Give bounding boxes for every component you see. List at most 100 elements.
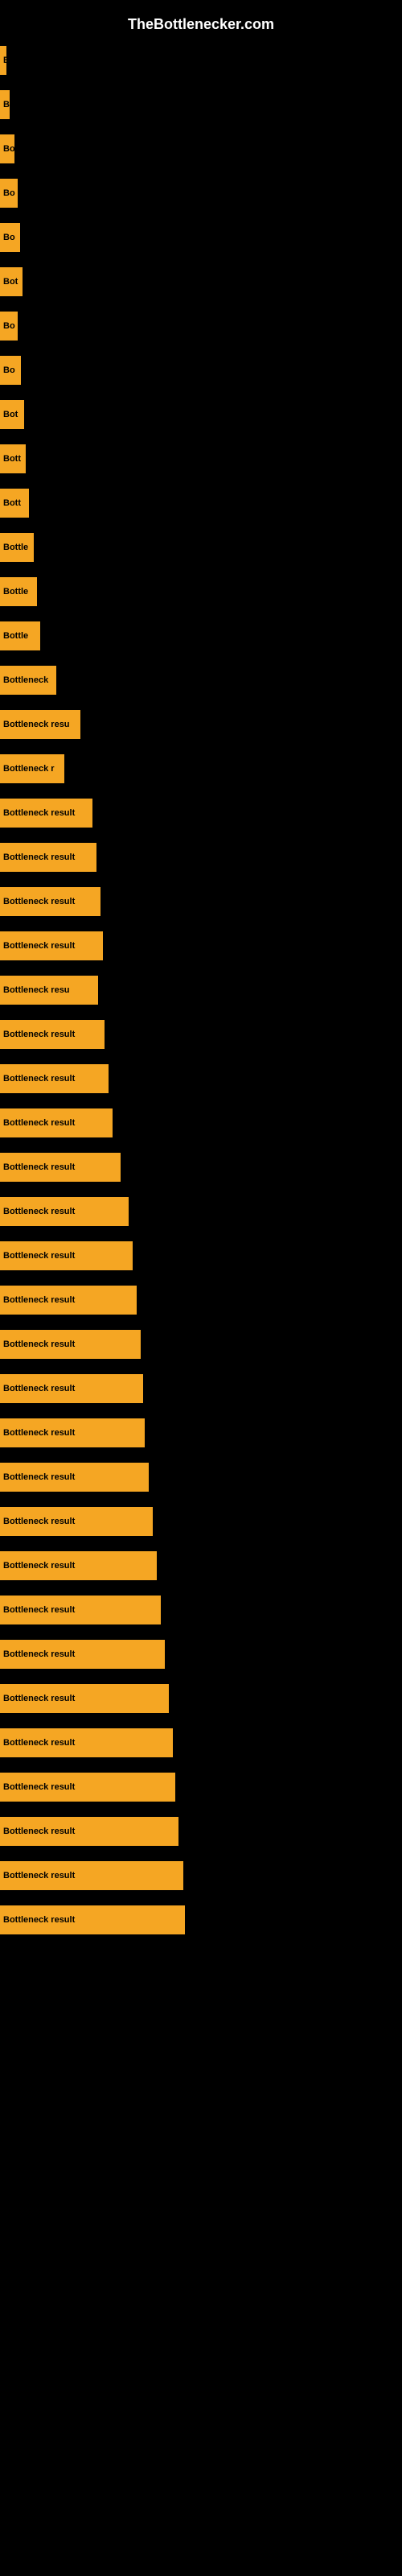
bar-row: Bottleneck result <box>0 1589 402 1631</box>
bar-label: Bottleneck result <box>3 897 75 906</box>
bar-row: Bo <box>0 128 402 170</box>
bar: Bottleneck result <box>0 843 96 872</box>
bar-row: Bottleneck result <box>0 1058 402 1100</box>
bar-label: Bottleneck result <box>3 1694 75 1703</box>
bar: Bottle <box>0 577 37 606</box>
bar: Bottleneck result <box>0 1064 109 1093</box>
bar: Bottleneck result <box>0 1463 149 1492</box>
bar-label: Bottleneck resu <box>3 985 70 995</box>
bar-row: Bottle <box>0 526 402 568</box>
bar-label: Bott <box>3 454 21 464</box>
bar-row: Bottleneck r <box>0 748 402 790</box>
bar-label: Bottleneck r <box>3 764 55 774</box>
bar-label: Bottleneck result <box>3 1915 75 1925</box>
bar-label: Bottleneck result <box>3 1871 75 1880</box>
bar-row: Bo <box>0 305 402 347</box>
bar-row: B <box>0 39 402 81</box>
bar-row: Bottleneck result <box>0 1722 402 1764</box>
bar-row: Bo <box>0 172 402 214</box>
bar: Bottleneck result <box>0 1551 157 1580</box>
bar-row: Bottleneck resu <box>0 969 402 1011</box>
bar-row: B <box>0 84 402 126</box>
bar-row: Bottleneck result <box>0 925 402 967</box>
bar-label: Bo <box>3 365 15 375</box>
bar: Bottleneck <box>0 666 56 695</box>
bar: Bot <box>0 400 24 429</box>
bar-row: Bottleneck result <box>0 1633 402 1675</box>
bar-row: Bottleneck result <box>0 1501 402 1542</box>
bar-label: B <box>3 56 6 65</box>
bar-row: Bottleneck result <box>0 1146 402 1188</box>
bar-row: Bottleneck result <box>0 1810 402 1852</box>
bar-row: Bottle <box>0 571 402 613</box>
bar: Bottleneck result <box>0 1684 169 1713</box>
bar: Bottleneck result <box>0 1330 141 1359</box>
bar-label: Bottleneck result <box>3 1738 75 1748</box>
bar: Bottleneck result <box>0 1286 137 1315</box>
bar: Bottleneck resu <box>0 710 80 739</box>
bar-label: Bottleneck result <box>3 1472 75 1482</box>
bar: Bottleneck result <box>0 1905 185 1934</box>
bar-row: Bottleneck result <box>0 1235 402 1277</box>
bar: Bottleneck result <box>0 1020 105 1049</box>
bar-label: Bottleneck result <box>3 1782 75 1792</box>
bar: Bottleneck result <box>0 1817 178 1846</box>
bar: Bottleneck result <box>0 1153 121 1182</box>
bar-row: Bottleneck resu <box>0 704 402 745</box>
bar: Bottle <box>0 621 40 650</box>
bar: Bottleneck result <box>0 1728 173 1757</box>
bar-label: Bott <box>3 498 21 508</box>
bar: Bottleneck result <box>0 931 103 960</box>
bar: Bot <box>0 267 23 296</box>
bar-row: Bottleneck result <box>0 881 402 923</box>
bar: Bottleneck result <box>0 887 100 916</box>
bar: Bo <box>0 223 20 252</box>
bar-row: Bott <box>0 482 402 524</box>
bar-label: Bottle <box>3 587 28 597</box>
bar: Bottleneck result <box>0 1108 113 1137</box>
bar-row: Bottleneck result <box>0 1766 402 1808</box>
bar-label: Bottle <box>3 543 28 552</box>
bar-label: Bottleneck result <box>3 1030 75 1039</box>
bar-label: Bottleneck result <box>3 1074 75 1084</box>
bar-row: Bo <box>0 349 402 391</box>
bar-row: Bot <box>0 394 402 436</box>
bar-label: Bottleneck result <box>3 1827 75 1836</box>
bar-label: B <box>3 100 10 109</box>
bar-row: Bottleneck result <box>0 1279 402 1321</box>
bar-label: Bo <box>3 321 15 331</box>
bar-label: Bottleneck result <box>3 1340 75 1349</box>
bar: Bo <box>0 356 21 385</box>
bar-label: Bottleneck resu <box>3 720 70 729</box>
bars-wrapper: B B Bo Bo Bo Bot Bo Bo Bot Bott Bott Bottle Bottle Bo… <box>0 39 402 1941</box>
bar: Bo <box>0 134 14 163</box>
bar: Bottleneck result <box>0 1241 133 1270</box>
bar-label: Bottleneck result <box>3 1162 75 1172</box>
bar-label: Bottleneck result <box>3 941 75 951</box>
bar-label: Bot <box>3 410 18 419</box>
bar: Bottleneck result <box>0 1640 165 1669</box>
bar-label: Bottle <box>3 631 28 641</box>
bar-row: Bottleneck result <box>0 1456 402 1498</box>
bar-label: Bottleneck result <box>3 1605 75 1615</box>
bar-label: Bottleneck result <box>3 852 75 862</box>
bar-row: Bo <box>0 217 402 258</box>
bar: Bo <box>0 179 18 208</box>
chart-container: TheBottlenecker.com BBBoBoBoBotBoBoBotBo… <box>0 0 402 1951</box>
bar-label: Bottleneck result <box>3 1517 75 1526</box>
bar-row: Bottleneck <box>0 659 402 701</box>
bar-row: Bottleneck result <box>0 792 402 834</box>
bar-label: Bottleneck result <box>3 1118 75 1128</box>
bar: Bottleneck r <box>0 754 64 783</box>
bar-row: Bottleneck result <box>0 1412 402 1454</box>
bar-label: Bottleneck result <box>3 1561 75 1571</box>
bar-row: Bottleneck result <box>0 1545 402 1587</box>
bar-label: Bottleneck <box>3 675 48 685</box>
bar: Bottle <box>0 533 34 562</box>
bar-label: Bo <box>3 233 15 242</box>
bar-row: Bottleneck result <box>0 836 402 878</box>
bar-row: Bottleneck result <box>0 1013 402 1055</box>
bar: B <box>0 90 10 119</box>
bar-label: Bottleneck result <box>3 1649 75 1659</box>
bar-label: Bottleneck result <box>3 1428 75 1438</box>
